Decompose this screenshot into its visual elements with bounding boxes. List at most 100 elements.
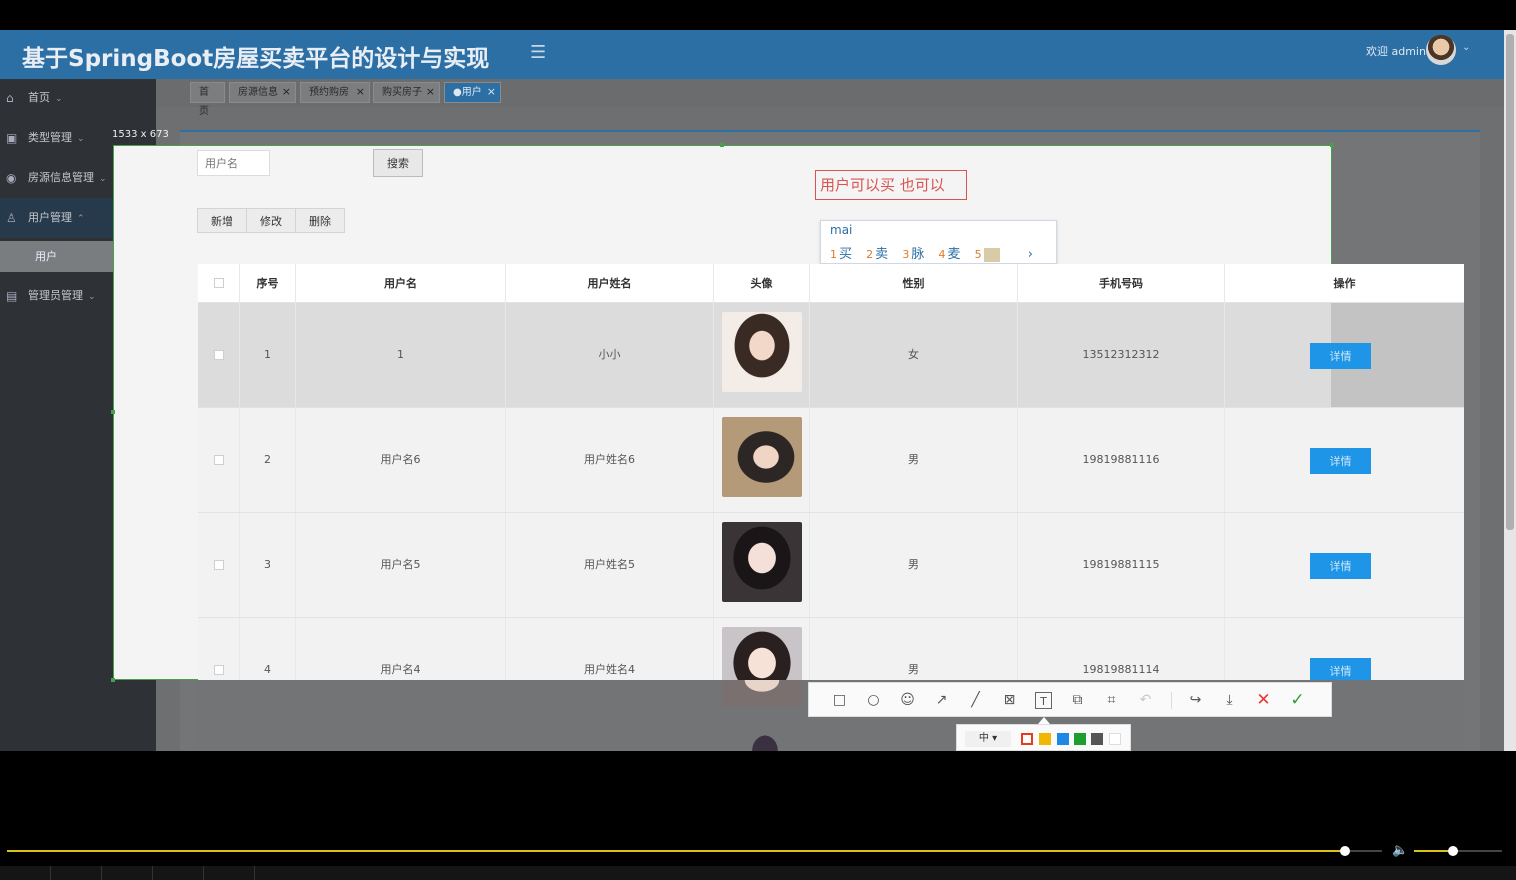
- arrow-icon[interactable]: ↗: [933, 692, 950, 709]
- video-player-bar: [0, 751, 1516, 880]
- sidebar-item-label: 管理员管理: [28, 289, 83, 302]
- username-cell: 用户名4: [296, 618, 506, 680]
- column-header: 操作: [1333, 277, 1356, 290]
- tab-home[interactable]: 首页: [190, 82, 225, 117]
- resize-handle[interactable]: [111, 410, 115, 414]
- tab-users[interactable]: ●用户 ×: [444, 82, 501, 103]
- text-icon[interactable]: T: [1035, 692, 1052, 709]
- emoji-icon[interactable]: ☺: [899, 692, 916, 709]
- cancel-icon[interactable]: ✕: [1255, 692, 1272, 709]
- username-search-input[interactable]: [197, 150, 270, 176]
- chevron-down-icon[interactable]: ⌄: [1462, 42, 1470, 53]
- phone-cell: 19819881116: [1018, 408, 1225, 512]
- color-size-palette: 中 ▾: [956, 724, 1131, 751]
- menu-toggle-icon[interactable]: ☰: [530, 42, 546, 63]
- close-icon[interactable]: ×: [356, 82, 365, 101]
- progress-bar-remaining[interactable]: [1345, 850, 1382, 852]
- sidebar-item-home[interactable]: ⌂ 首页 ⌄: [0, 78, 156, 118]
- row-checkbox[interactable]: [214, 560, 224, 570]
- checkbox-cell: [198, 513, 240, 617]
- add-button[interactable]: 新增: [197, 208, 247, 233]
- progress-bar[interactable]: [7, 850, 1345, 852]
- chevron-down-icon: ⌄: [55, 94, 63, 104]
- volume-icon[interactable]: 🔈: [1392, 843, 1408, 858]
- tab-purchases[interactable]: 购买房子 ×: [373, 82, 440, 103]
- pin-icon[interactable]: ⧉: [1069, 692, 1086, 709]
- save-icon[interactable]: ⤓: [1221, 692, 1238, 709]
- table-row[interactable]: 3 用户名5 用户姓名5 男 19819881115 详情: [198, 513, 1464, 618]
- tab-label: ●用户: [453, 87, 482, 98]
- ime-candidate[interactable]: 麦: [947, 247, 960, 262]
- ellipse-icon[interactable]: ○: [865, 692, 882, 709]
- tab-reservations[interactable]: 预约购房 ×: [300, 82, 370, 103]
- strip-divider: [50, 866, 51, 880]
- sidebar-item-label: 房源信息管理: [28, 171, 94, 184]
- detail-button[interactable]: 详情: [1310, 343, 1371, 369]
- next-page-icon[interactable]: ›: [1028, 247, 1033, 262]
- color-swatch-white[interactable]: [1109, 733, 1121, 745]
- color-swatch-blue[interactable]: [1057, 733, 1069, 745]
- table-row[interactable]: 2 用户名6 用户姓名6 男 19819881116 详情: [198, 408, 1464, 513]
- gender-cell: 男: [810, 408, 1018, 512]
- scrollbar-thumb[interactable]: [1506, 34, 1514, 530]
- row-checkbox[interactable]: [214, 455, 224, 465]
- font-size-select[interactable]: 中 ▾: [965, 731, 1011, 747]
- username-cell: 用户名5: [296, 513, 506, 617]
- color-swatch-green[interactable]: [1074, 733, 1086, 745]
- resize-handle[interactable]: [720, 143, 724, 147]
- progress-knob[interactable]: [1340, 846, 1350, 856]
- detail-button[interactable]: 详情: [1310, 553, 1371, 579]
- color-swatch-red[interactable]: [1021, 733, 1033, 745]
- edit-button[interactable]: 修改: [246, 208, 296, 233]
- ime-candidate[interactable]: 脉: [911, 247, 924, 262]
- checkbox-cell: [198, 618, 240, 680]
- close-icon[interactable]: ×: [282, 82, 291, 101]
- color-swatch-yellow[interactable]: [1039, 733, 1051, 745]
- sidebar-item-label: 类型管理: [28, 131, 72, 144]
- mosaic-icon[interactable]: ⊠: [1001, 692, 1018, 709]
- top-letterbox: [0, 0, 1516, 30]
- rectangle-icon[interactable]: □: [831, 692, 848, 709]
- select-all-checkbox[interactable]: [214, 278, 224, 288]
- delete-button[interactable]: 删除: [295, 208, 345, 233]
- seq-cell: 1: [240, 303, 296, 407]
- detail-button[interactable]: 详情: [1310, 448, 1371, 474]
- compass-icon: ◉: [6, 171, 17, 185]
- table-row[interactable]: 4 用户名4 用户姓名4 男 19819881114 详情: [198, 618, 1464, 680]
- ocr-icon[interactable]: ⌗: [1103, 692, 1120, 709]
- strip-divider: [203, 866, 204, 880]
- phone-cell: 19819881115: [1018, 513, 1225, 617]
- avatar[interactable]: [1426, 35, 1456, 65]
- chevron-down-icon: ⌄: [99, 174, 107, 184]
- volume-knob[interactable]: [1448, 846, 1458, 856]
- row-checkbox[interactable]: [214, 350, 224, 360]
- ime-candidate[interactable]: 买: [839, 247, 852, 262]
- name-cell: 用户姓名5: [506, 513, 714, 617]
- grid-icon: ▣: [6, 131, 18, 145]
- confirm-icon[interactable]: ✓: [1289, 692, 1306, 709]
- detail-button[interactable]: 详情: [1310, 658, 1371, 680]
- search-button[interactable]: 搜索: [373, 149, 423, 177]
- volume-slider[interactable]: [1414, 850, 1452, 852]
- undo-icon[interactable]: ↶: [1137, 692, 1154, 709]
- share-icon[interactable]: ↪: [1187, 692, 1204, 709]
- close-icon[interactable]: ×: [426, 82, 435, 101]
- column-header: 序号: [240, 264, 296, 303]
- row-checkbox[interactable]: [214, 665, 224, 675]
- avatar-cell: [714, 408, 810, 512]
- text-annotation[interactable]: 用户可以买 也可以: [815, 170, 967, 200]
- resize-handle[interactable]: [1330, 143, 1334, 147]
- ime-emoji-candidate[interactable]: [983, 247, 1000, 262]
- seq-cell: 2: [240, 408, 296, 512]
- ime-candidate[interactable]: 卖: [875, 247, 888, 262]
- ime-candidates: 1买 2卖 3脉 4麦 5 ›: [830, 243, 1033, 262]
- strip-divider: [254, 866, 255, 880]
- pen-icon[interactable]: ╱: [967, 692, 984, 709]
- candidate-number: 2: [866, 248, 874, 261]
- table-row[interactable]: 1 1 小小 女 13512312312 详情: [198, 303, 1464, 408]
- close-icon[interactable]: ×: [487, 82, 496, 101]
- resize-handle[interactable]: [111, 678, 115, 682]
- color-swatch-gray[interactable]: [1091, 733, 1103, 745]
- volume-slider-remaining[interactable]: [1452, 850, 1502, 852]
- tab-listings[interactable]: 房源信息 ×: [229, 82, 296, 103]
